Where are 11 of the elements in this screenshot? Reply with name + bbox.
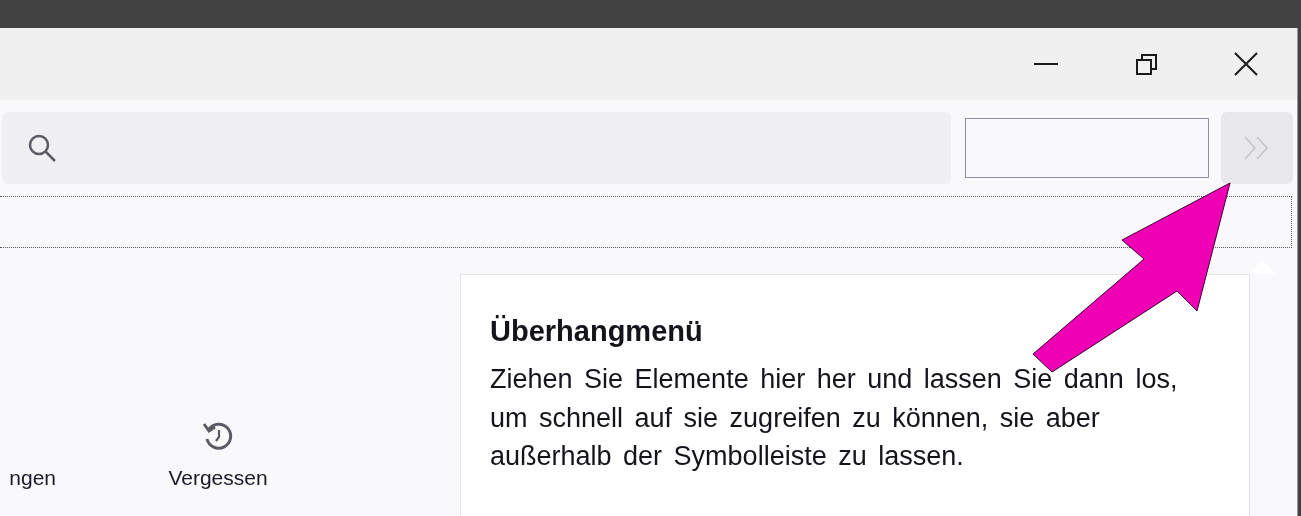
search-field[interactable] <box>2 112 951 184</box>
close-icon <box>1234 52 1258 76</box>
restore-icon <box>1135 53 1157 75</box>
input-field[interactable] <box>965 118 1209 178</box>
history-icon <box>202 420 234 452</box>
popup-text: Ziehen Sie Elemente hier her und lassen Sie dann los, um schnell auf sie zugreifen zu können, sie aber außerhalb der Symbolleiste zu lassen. <box>490 363 1179 473</box>
minimize-icon <box>1034 63 1058 65</box>
search-icon <box>27 133 57 163</box>
popup-title: Überhangmenü <box>490 315 704 348</box>
palette-item-label[interactable]: Vergessen <box>168 466 268 490</box>
palette-item-label[interactable]: ngen <box>9 466 56 490</box>
